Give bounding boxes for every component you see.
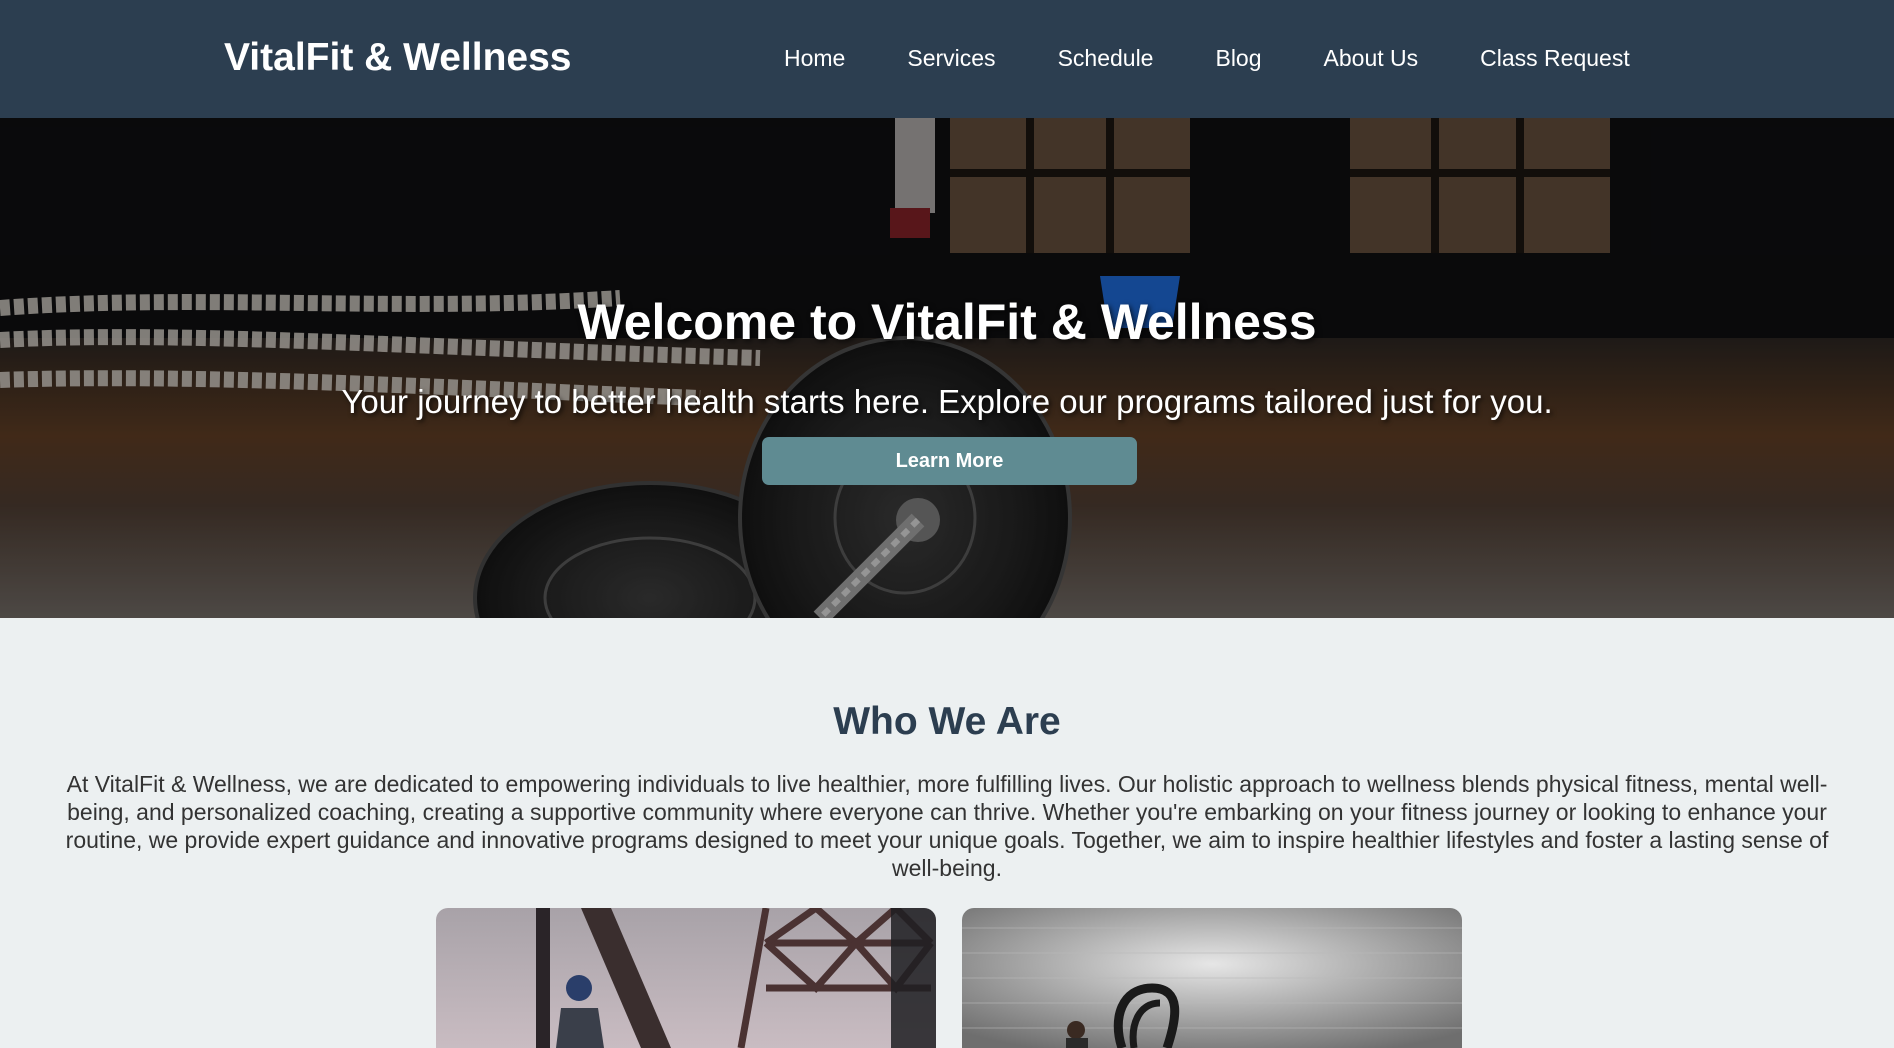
about-description: At VitalFit & Wellness, we are dedicated… [65,771,1829,881]
nav-link-services[interactable]: Services [907,45,995,72]
nav-link-blog[interactable]: Blog [1215,45,1261,72]
hero-overlay [0,118,1894,618]
hero-section: Welcome to VitalFit & Wellness Your jour… [0,118,1894,618]
top-navbar: VitalFit & Wellness Home Services Schedu… [0,0,1894,118]
nav-links: Home Services Schedule Blog About Us Cla… [784,45,1630,72]
nav-link-class-request[interactable]: Class Request [1480,45,1630,72]
runner-on-bridge-photo [436,908,936,1048]
hero-subtitle: Your journey to better health starts her… [341,383,1553,420]
nav-link-home[interactable]: Home [784,45,845,72]
about-image-card-battle-ropes [962,908,1462,1048]
about-image-card-bridge [436,908,936,1048]
learn-more-button[interactable]: Learn More [762,437,1137,485]
hero-title: Welcome to VitalFit & Wellness [577,294,1317,350]
nav-link-schedule[interactable]: Schedule [1058,45,1154,72]
about-title: Who We Are [833,700,1061,743]
battle-ropes-workout-photo [962,908,1462,1048]
brand-logo[interactable]: VitalFit & Wellness [224,36,572,80]
nav-link-about-us[interactable]: About Us [1324,45,1419,72]
